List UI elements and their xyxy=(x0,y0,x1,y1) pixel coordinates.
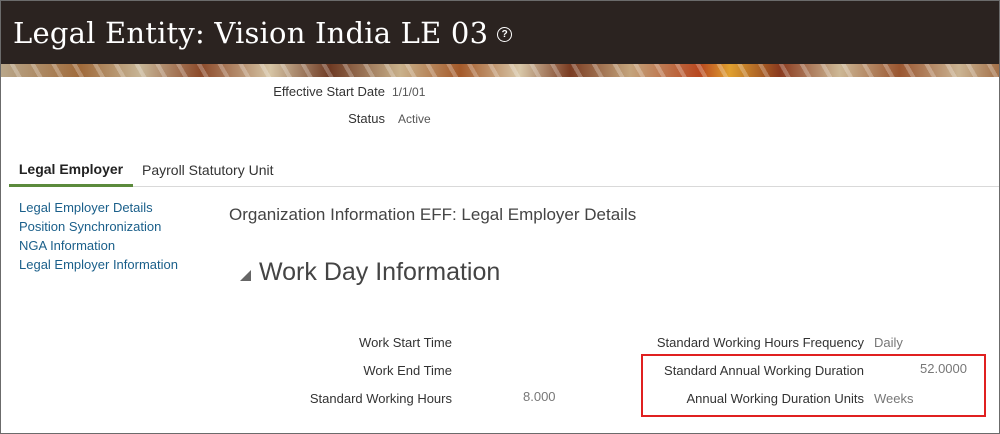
side-navigation: Legal Employer Details Position Synchron… xyxy=(19,198,178,274)
hours-frequency-label: Standard Working Hours Frequency xyxy=(656,335,864,350)
link-legal-employer-information[interactable]: Legal Employer Information xyxy=(19,255,178,274)
page-frame: Legal Entity: Vision India LE 03 ? Effec… xyxy=(0,0,1000,434)
tab-bar: Legal Employer Payroll Statutory Unit xyxy=(9,153,999,187)
tab-legal-employer[interactable]: Legal Employer xyxy=(9,153,133,187)
eff-title: Organization Information EFF: Legal Empl… xyxy=(229,205,637,224)
page-title: Legal Entity: Vision India LE 03 xyxy=(13,15,489,50)
effective-start-date-label: Effective Start Date xyxy=(273,84,385,99)
effective-start-date-value: 1/1/01 xyxy=(392,85,426,99)
work-end-time-label: Work End Time xyxy=(363,363,452,378)
status-row: Status Active xyxy=(1,111,441,126)
section-title: Work Day Information xyxy=(259,258,501,286)
page-header: Legal Entity: Vision India LE 03 ? xyxy=(1,1,999,64)
collapse-triangle-icon[interactable] xyxy=(240,270,251,281)
work-day-section-header[interactable]: Work Day Information xyxy=(240,258,500,287)
status-value: Active xyxy=(398,112,431,126)
link-legal-employer-details[interactable]: Legal Employer Details xyxy=(19,198,178,217)
status-label: Status xyxy=(348,111,385,126)
standard-working-hours-value: 8.000 xyxy=(523,389,556,404)
help-icon[interactable]: ? xyxy=(497,26,513,42)
hours-frequency-value: Daily xyxy=(874,335,903,350)
effective-start-date-row: Effective Start Date 1/1/01 xyxy=(1,84,441,99)
link-nga-information[interactable]: NGA Information xyxy=(19,236,178,255)
standard-working-hours-label: Standard Working Hours xyxy=(309,391,452,406)
decorative-banner xyxy=(1,64,999,77)
highlight-box xyxy=(641,354,986,417)
tab-payroll-statutory-unit[interactable]: Payroll Statutory Unit xyxy=(142,153,274,186)
work-start-time-label: Work Start Time xyxy=(359,335,452,350)
link-position-synchronization[interactable]: Position Synchronization xyxy=(19,217,178,236)
